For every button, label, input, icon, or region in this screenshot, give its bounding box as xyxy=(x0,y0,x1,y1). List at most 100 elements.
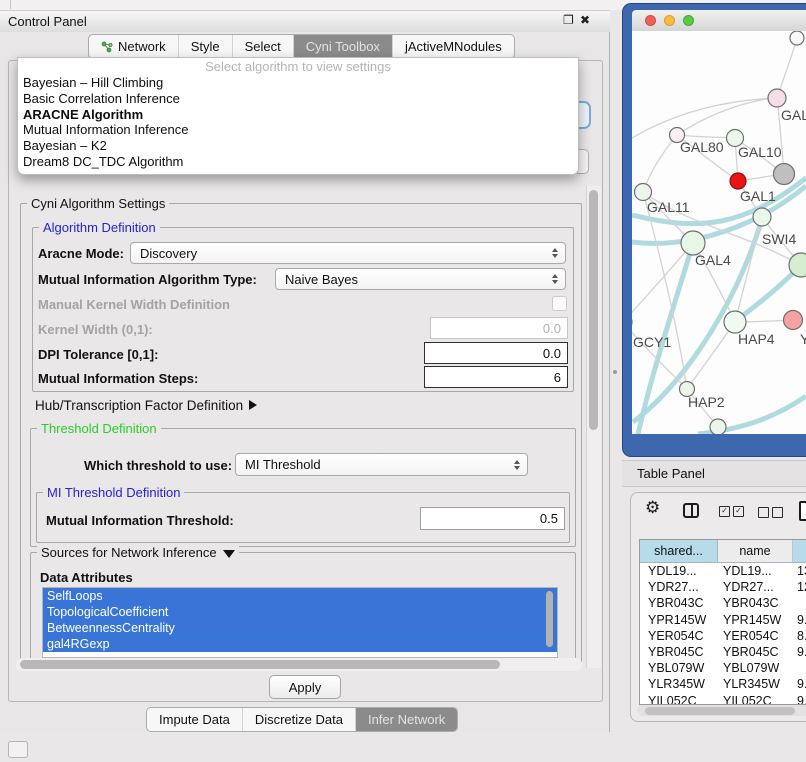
field-value: 6 xyxy=(554,370,561,385)
table-cell: YBL079W xyxy=(640,661,718,675)
table-cell: YBR043C xyxy=(640,596,718,610)
node-label: GAL80 xyxy=(680,139,724,155)
table-row[interactable]: YLR345WYLR345W9. xyxy=(640,676,806,692)
mi-steps-label: Mutual Information Steps: xyxy=(38,371,198,386)
group-title: Threshold Definition xyxy=(37,421,161,436)
network-node[interactable] xyxy=(790,31,804,45)
network-node[interactable] xyxy=(724,311,746,333)
tab-network[interactable]: Network xyxy=(89,35,178,58)
list-item[interactable]: BetweennessCentrality xyxy=(43,620,557,636)
node-table: shared... name A YDL19...YDL19...13YDR27… xyxy=(639,539,806,705)
settings-vscroll-track[interactable] xyxy=(586,186,601,668)
close-window-icon[interactable] xyxy=(645,15,656,26)
settings-hscroll-thumb[interactable] xyxy=(20,660,500,669)
table-row[interactable]: YDL19...YDL19...13 xyxy=(640,563,806,579)
table-hscroll-track[interactable] xyxy=(637,705,806,716)
select-all-icon[interactable]: ✓✓ xyxy=(719,506,744,517)
list-item[interactable]: SelfLoops xyxy=(43,588,557,604)
tab-style[interactable]: Style xyxy=(178,35,232,58)
table-cell: YDL19... xyxy=(718,564,793,578)
cyni-mode-tabbar: Impute Data Discretize Data Infer Networ… xyxy=(146,707,458,732)
table-cell: YBR045C xyxy=(640,645,718,659)
network-node[interactable] xyxy=(768,89,786,107)
network-node[interactable] xyxy=(774,164,795,185)
sources-expander[interactable]: Sources for Network Inference xyxy=(37,545,239,560)
list-item[interactable]: gal4RGexp xyxy=(43,636,557,652)
algorithm-option[interactable]: Bayesian – Hill Climbing xyxy=(18,75,578,91)
splitter-handle[interactable] xyxy=(613,370,617,374)
tab-jactivemnodules[interactable]: jActiveMNodules xyxy=(392,35,514,58)
new-table-icon[interactable] xyxy=(799,501,806,521)
table-header-row: shared... name A xyxy=(640,540,806,563)
expand-down-icon xyxy=(223,550,235,558)
list-item[interactable]: TopologicalCoefficient xyxy=(43,604,557,620)
network-node[interactable] xyxy=(710,419,726,434)
table-hscroll-thumb[interactable] xyxy=(645,707,795,715)
dropdown-prompt: Select algorithm to view settings xyxy=(18,59,578,75)
table-row[interactable]: YIL052CYIL052C9. xyxy=(640,693,806,706)
tab-label: Infer Network xyxy=(368,712,445,727)
node-label: GAL11 xyxy=(647,199,690,215)
gear-icon[interactable]: ⚙ xyxy=(645,500,660,517)
hub-definition-expander[interactable]: Hub/Transcription Factor Definition xyxy=(35,398,257,413)
group-title: MI Threshold Definition xyxy=(43,485,184,500)
close-panel-icon[interactable]: ✖ xyxy=(580,13,590,27)
apply-button[interactable]: Apply xyxy=(269,675,341,699)
deselect-all-icon[interactable] xyxy=(758,507,783,518)
table-cell: YIL052C xyxy=(718,694,793,705)
network-node[interactable] xyxy=(635,184,652,201)
collapsed-panel-grip[interactable] xyxy=(8,741,28,758)
settings-hscroll-track[interactable] xyxy=(16,658,582,671)
network-node[interactable] xyxy=(753,208,771,226)
mi-algorithm-type-label: Mutual Information Algorithm Type: xyxy=(38,272,257,287)
node-label: Y xyxy=(800,331,806,347)
tab-infer-network[interactable]: Infer Network xyxy=(355,708,457,731)
table-body: YDL19...YDL19...13YDR27...YDR27...12YBR0… xyxy=(640,563,806,705)
zoom-window-icon[interactable] xyxy=(683,15,694,26)
table-row[interactable]: YDR27...YDR27...12 xyxy=(640,579,806,595)
list-scrollbar[interactable] xyxy=(546,591,553,647)
split-panel-icon[interactable] xyxy=(683,503,699,518)
algorithm-option[interactable]: Mutual Information Inference xyxy=(18,122,578,138)
dpi-tolerance-input[interactable]: 0.0 xyxy=(424,342,568,364)
tab-impute-data[interactable]: Impute Data xyxy=(147,708,242,731)
network-edge[interactable] xyxy=(632,98,777,138)
table-row[interactable]: YPR145WYPR145W9. xyxy=(640,612,806,628)
tab-discretize-data[interactable]: Discretize Data xyxy=(242,708,355,731)
network-window-titlebar[interactable] xyxy=(632,10,806,32)
aracne-mode-select[interactable]: Discovery xyxy=(130,242,566,264)
data-attributes-list[interactable]: SelfLoops TopologicalCoefficient Between… xyxy=(42,587,558,658)
table-cell: YPR145W xyxy=(640,613,718,627)
minimize-window-icon[interactable] xyxy=(664,15,675,26)
float-panel-icon[interactable]: ❐ xyxy=(563,13,574,27)
network-node[interactable] xyxy=(730,173,746,189)
mi-steps-input[interactable]: 6 xyxy=(424,366,568,388)
table-cell: YPR145W xyxy=(718,613,793,627)
mi-algorithm-type-select[interactable]: Naive Bayes xyxy=(275,268,566,290)
table-row[interactable]: YBR043CYBR043C xyxy=(640,595,806,611)
table-cell: 9. xyxy=(793,613,806,627)
column-header-partial[interactable]: A xyxy=(793,540,806,562)
algorithm-option-selected[interactable]: ARACNE Algorithm xyxy=(18,107,578,123)
network-node[interactable] xyxy=(784,311,803,330)
kernel-width-input[interactable]: 0.0 xyxy=(430,317,568,339)
tab-select[interactable]: Select xyxy=(232,35,293,58)
table-panel-body: ⚙ ✓✓ shared... name A YDL19...YDL19...13… xyxy=(630,492,806,722)
column-header-name[interactable]: name xyxy=(718,540,793,562)
algorithm-option[interactable]: Dream8 DC_TDC Algorithm xyxy=(18,154,578,170)
tab-label: Select xyxy=(245,39,281,54)
network-edge[interactable] xyxy=(632,243,693,322)
network-edge[interactable] xyxy=(643,135,677,192)
table-row[interactable]: YBR045CYBR045C9. xyxy=(640,644,806,660)
network-canvas[interactable]: GALGAL80GAL10GAL1GAL11SWI4GAL4GCY1HAP4YH… xyxy=(632,31,806,434)
algorithm-option[interactable]: Basic Correlation Inference xyxy=(18,91,578,107)
table-row[interactable]: YBL079WYBL079W xyxy=(640,660,806,676)
mi-threshold-input[interactable]: 0.5 xyxy=(420,507,565,530)
algorithm-option[interactable]: Bayesian – K2 xyxy=(18,138,578,154)
which-threshold-select[interactable]: MI Threshold xyxy=(235,453,528,476)
manual-kernel-width-checkbox[interactable] xyxy=(552,296,567,311)
table-row[interactable]: YER054CYER054C8. xyxy=(640,628,806,644)
column-header-shared-name[interactable]: shared... xyxy=(640,540,718,562)
settings-vscroll-thumb[interactable] xyxy=(589,190,598,430)
tab-cyni-toolbox[interactable]: Cyni Toolbox xyxy=(293,35,392,58)
